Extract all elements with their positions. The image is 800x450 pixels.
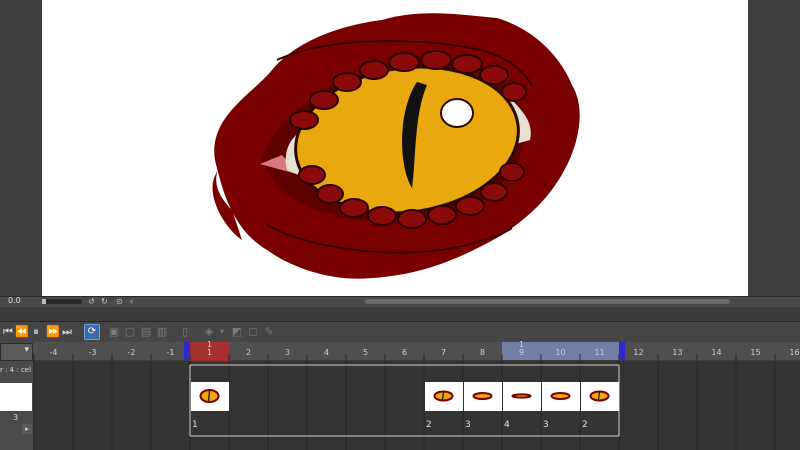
cel-thumbnail[interactable]: 3 [464, 382, 502, 430]
layer-label: r : 4 : cel [0, 366, 32, 374]
layer-settings-icon[interactable]: ◩ [230, 324, 244, 340]
ruler-label: 16 [789, 348, 799, 357]
clear-icon[interactable]: ◻ [246, 324, 260, 340]
cel-thumbnail[interactable]: 2 [425, 382, 463, 430]
cel-frame [464, 382, 502, 411]
ruler-label: 13 [672, 348, 682, 357]
cel-thumbnail[interactable]: 3 [542, 382, 580, 430]
ruler-label: 3 [285, 348, 290, 357]
ruler-label: 6 [402, 348, 407, 357]
onion-skin-icon[interactable]: ◈ [202, 324, 216, 340]
cel-eye-shape [511, 393, 532, 399]
ruler-label: 12 [633, 348, 643, 357]
cel-eye-shape [472, 392, 493, 400]
playhead-column[interactable] [190, 342, 229, 450]
ruler-label: 4 [324, 348, 329, 357]
cel-number: 1 [192, 420, 198, 430]
drawing-paper[interactable] [42, 0, 748, 296]
cel-number: 4 [504, 420, 510, 430]
cel-frame [503, 382, 541, 411]
reset-icon[interactable]: ⊙ [116, 297, 123, 307]
panel-divider [0, 307, 800, 322]
left-cel-number: 3 [13, 413, 19, 422]
ruler-background [33, 342, 800, 360]
canvas-area[interactable] [0, 0, 800, 296]
range-start-marker[interactable] [184, 342, 190, 360]
frame-ruler[interactable]: -4 -3 -2 -1 1 2 3 4 5 6 7 8 9 10 11 12 13 14 15 161 1 [33, 340, 800, 450]
loop-icon[interactable]: ⟳ [84, 324, 100, 340]
cel-frame [425, 382, 463, 411]
last-frame-icon[interactable]: ⏭ [61, 324, 73, 340]
horizontal-scrollbar[interactable] [365, 299, 730, 304]
ruler-label: 10 [555, 348, 565, 357]
cel-number: 2 [426, 420, 432, 430]
ruler-label: 1 [207, 348, 212, 357]
ruler-label: 14 [711, 348, 721, 357]
chevron-down-icon: ▾ [24, 345, 29, 355]
ruler-label: -4 [50, 348, 58, 357]
track-background [33, 361, 800, 450]
copy-cel-icon[interactable]: ▤ [139, 324, 153, 340]
ruler-label: 9 [519, 348, 524, 357]
canvas-status-bar: 0.0 ↺ ↻ ⊙ ‹ [0, 296, 800, 307]
prev-frame-icon[interactable]: ⏪ [15, 324, 29, 340]
edit-icon[interactable]: ✎ [262, 324, 276, 340]
range-end-marker[interactable] [619, 342, 625, 360]
cel-eye-shape [550, 392, 571, 400]
ruler-label: 7 [441, 348, 446, 357]
rotate-right-icon[interactable]: ↻ [101, 297, 108, 307]
dragon-eye-artwork [212, 13, 580, 279]
cel-eye-shape [433, 390, 454, 402]
cel-frame [581, 382, 619, 411]
left-cel-thumbnail[interactable] [0, 383, 32, 411]
zoom-value[interactable]: 0.0 [8, 296, 21, 305]
ruler-label: 11 [594, 348, 604, 357]
expand-arrow-icon[interactable]: ▸ [22, 424, 32, 434]
ruler-label: 2 [246, 348, 251, 357]
assign-cel-icon[interactable]: ▢ [123, 324, 137, 340]
cel-thumbnail[interactable]: 4 [503, 382, 541, 430]
timeline-select[interactable]: ▾ [0, 343, 33, 361]
ruler-label: -3 [89, 348, 97, 357]
paste-cel-icon[interactable]: ▥ [155, 324, 169, 340]
cel-pupil [207, 390, 211, 402]
play-icon[interactable]: ⏸ [30, 324, 42, 340]
cel-number: 3 [465, 420, 471, 430]
ruler-label: 5 [363, 348, 368, 357]
cel-number: 2 [582, 420, 588, 430]
timeline-toolbar: ⏮ ⏪ ⏸ ⏩ ⏭ ⟳ ▣ ▢ ▤ ▥ ▯ ◈ ▾ ◩ ◻ ✎ [0, 322, 800, 343]
ruler-label: -2 [128, 348, 136, 357]
cel-thumbnail[interactable]: 2 [581, 382, 619, 430]
cel-eye-shape [589, 390, 610, 402]
chevron-down-icon[interactable]: ▾ [217, 324, 227, 340]
timeline-tracks[interactable]: 1 2 3 4 3 2 [33, 361, 800, 450]
lock-icon[interactable]: ▯ [178, 324, 192, 340]
first-frame-icon[interactable]: ⏮ [2, 324, 14, 340]
next-frame-icon[interactable]: ⏩ [46, 324, 60, 340]
cel-number: 3 [543, 420, 549, 430]
ruler-label: 8 [480, 348, 485, 357]
cel-frame [542, 382, 580, 411]
zoom-slider[interactable] [42, 299, 82, 304]
cel-frame [191, 382, 229, 411]
rotate-left-icon[interactable]: ↺ [88, 297, 95, 307]
ruler-label: 15 [750, 348, 760, 357]
ruler-label: -1 [167, 348, 175, 357]
cel-pupil [441, 392, 445, 400]
new-cel-icon[interactable]: ▣ [107, 324, 121, 340]
cel-thumbnail[interactable]: 1 [191, 382, 229, 430]
cel-eye-shape [199, 389, 220, 403]
collapse-icon[interactable]: ‹ [130, 297, 133, 307]
cel-pupil [597, 392, 601, 400]
range-highlight [502, 342, 619, 360]
